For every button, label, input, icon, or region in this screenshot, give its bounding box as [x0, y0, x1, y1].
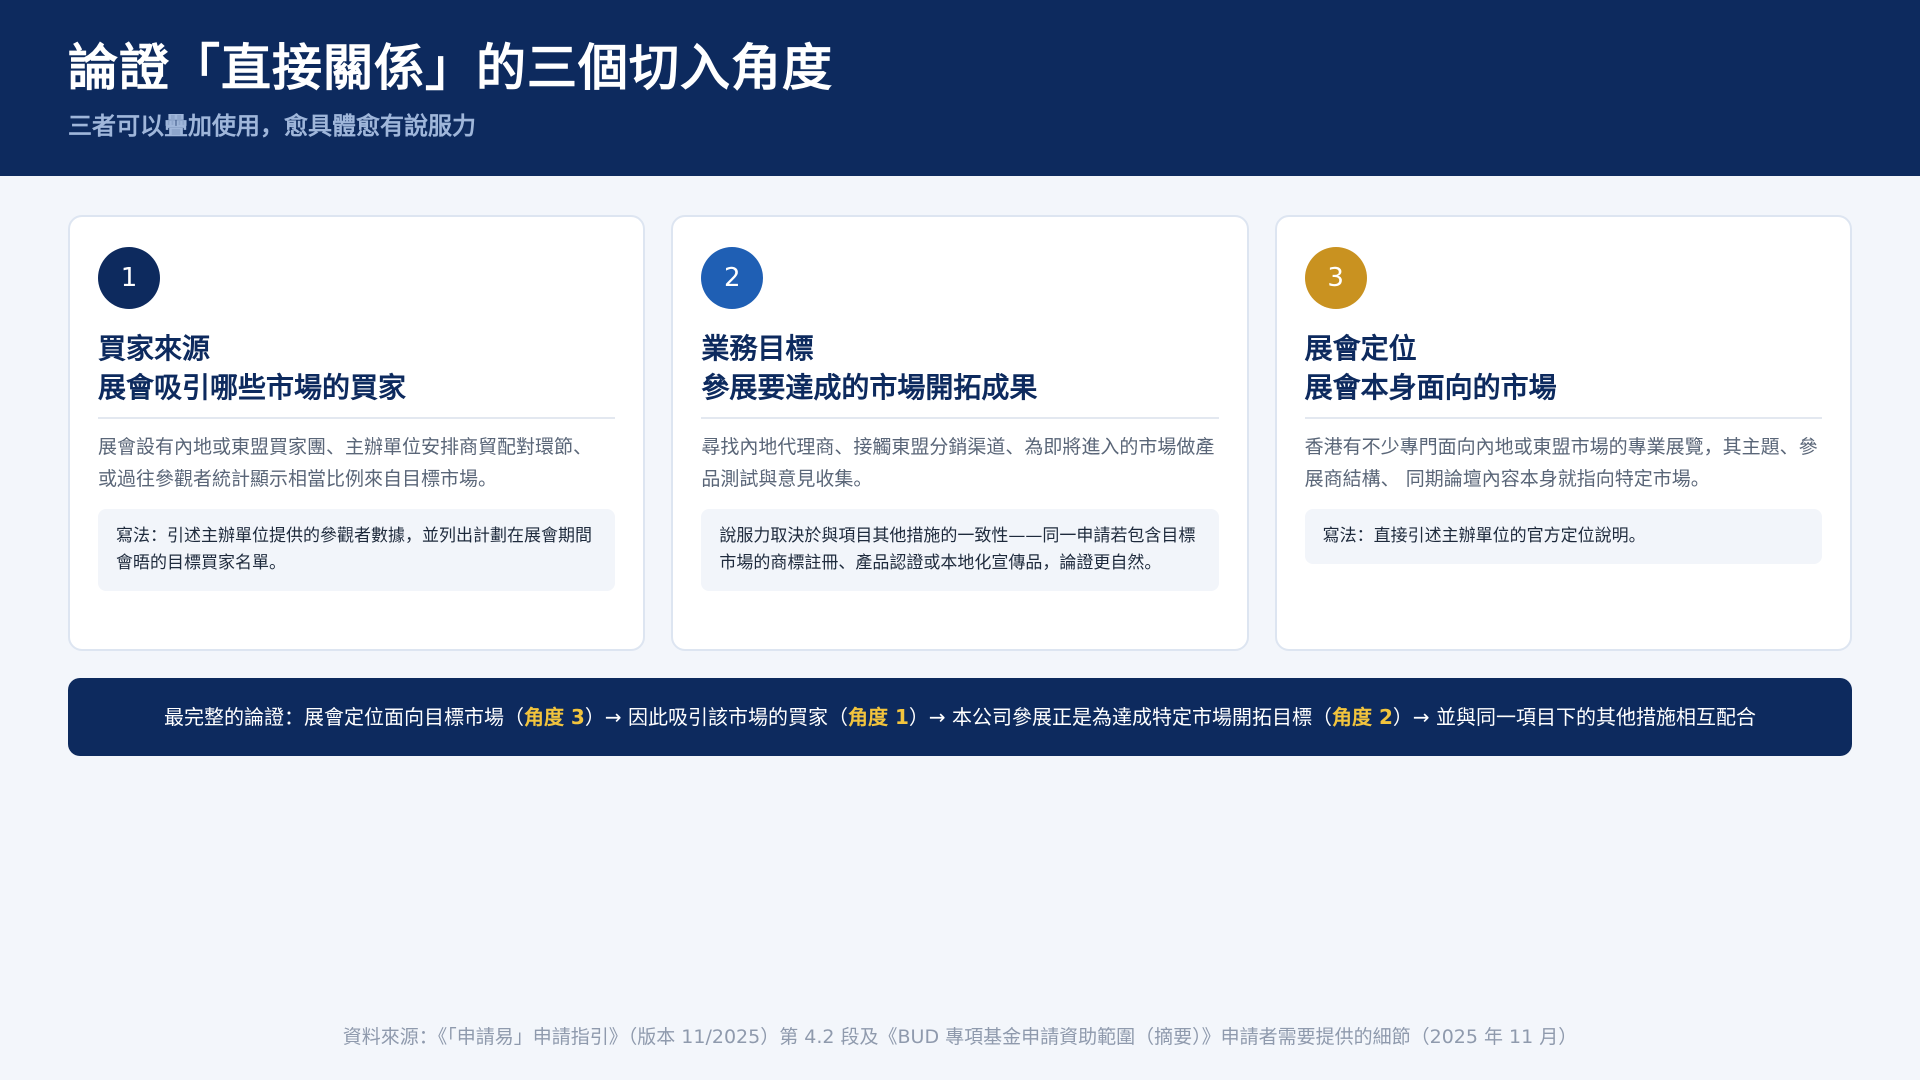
- page-title: 論證「直接關係」的三個切入角度: [68, 39, 833, 97]
- angle-card-2: 2 業務目標 參展要達成的市場開拓成果 尋找內地代理商、接觸東盟分銷渠道、為即將…: [671, 215, 1249, 651]
- card-title-line1: 展會定位: [1304, 332, 1417, 365]
- divider: [1304, 417, 1822, 419]
- summary-text: ）→ 本公司參展正是為達成特定市場開拓目標（: [908, 705, 1332, 729]
- card-description: 展會設有內地或東盟買家團、主辦單位安排商貿配對環節、 或過往參觀者統計顯示相當比…: [98, 436, 593, 490]
- summary-text: ）→ 並與同一項目下的其他措施相互配合: [1392, 705, 1757, 729]
- summary-highlight-angle-3: 角度 3: [523, 705, 585, 729]
- summary-text: 最完整的論證：展會定位面向目標市場（: [163, 705, 524, 729]
- card-title-line2: 展會本身面向的市場: [1304, 371, 1557, 404]
- card-title-line2: 展會吸引哪些市場的買家: [98, 371, 407, 404]
- summary-text: ）→ 因此吸引該市場的買家（: [584, 705, 848, 729]
- card-title-line2: 參展要達成的市場開拓成果: [701, 371, 1038, 404]
- card-title: 買家來源 展會吸引哪些市場的買家: [98, 329, 615, 407]
- step-number-badge: 2: [701, 247, 764, 309]
- angle-card-1: 1 買家來源 展會吸引哪些市場的買家 展會設有內地或東盟買家團、主辦單位安排商貿…: [68, 215, 646, 651]
- card-title-line1: 業務目標: [701, 332, 814, 365]
- step-number-badge: 1: [98, 247, 160, 309]
- step-number-badge: 3: [1304, 247, 1367, 309]
- summary-highlight-angle-1: 角度 1: [847, 705, 909, 729]
- card-title: 展會定位 展會本身面向的市場: [1305, 329, 1822, 407]
- page-subtitle: 三者可以疊加使用，愈具體愈有說服力: [68, 112, 476, 140]
- card-description: 尋找內地代理商、接觸東盟分銷渠道、為即將進入的市場做產品測試與意見收集。: [701, 436, 1215, 490]
- card-description: 香港有不少專門面向內地或東盟市場的專業展覽，其主題、參展商結構、 同期論壇內容本…: [1304, 436, 1818, 490]
- card-title: 業務目標 參展要達成的市場開拓成果: [701, 329, 1218, 407]
- angle-cards: 1 買家來源 展會吸引哪些市場的買家 展會設有內地或東盟買家團、主辦單位安排商貿…: [68, 215, 1852, 651]
- divider: [701, 417, 1219, 419]
- card-note: 寫法：引述主辦單位提供的參觀者數據，並列出計劃在展會期間會晤的目標買家名單。: [98, 509, 616, 591]
- summary-banner: 最完整的論證：展會定位面向目標市場（角度 3）→ 因此吸引該市場的買家（角度 1…: [68, 678, 1852, 756]
- card-note: 寫法：直接引述主辦單位的官方定位說明。: [1304, 509, 1822, 564]
- angle-card-3: 3 展會定位 展會本身面向的市場 香港有不少專門面向內地或東盟市場的專業展覽，其…: [1274, 215, 1852, 651]
- summary-highlight-angle-2: 角度 2: [1332, 705, 1393, 729]
- card-note: 說服力取決於與項目其他措施的一致性——同一申請若包含目標市場的商標註冊、產品認證…: [701, 509, 1219, 591]
- divider: [98, 417, 616, 419]
- card-title-line1: 買家來源: [98, 332, 211, 365]
- header-banner: 論證「直接關係」的三個切入角度 三者可以疊加使用，愈具體愈有說服力: [0, 0, 1920, 176]
- source-footnote: 資料來源：《「申請易」申請指引》（版本 11/2025）第 4.2 段及《BUD…: [342, 1026, 1578, 1048]
